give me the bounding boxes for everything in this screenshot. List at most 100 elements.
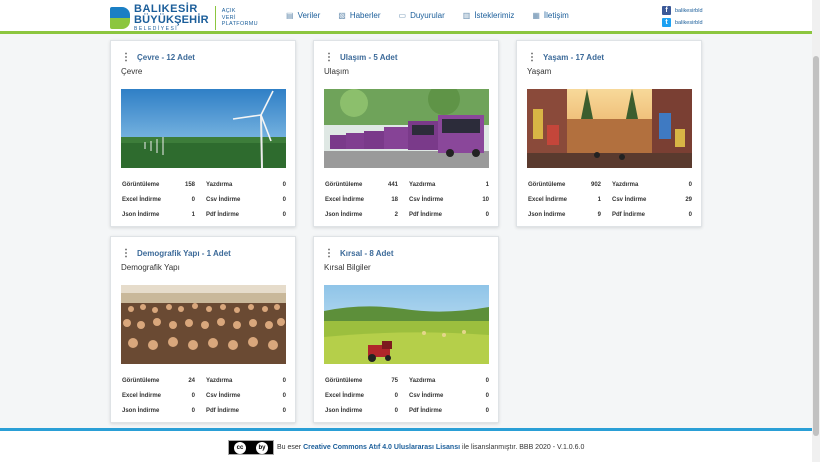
chart-icon: ▤ <box>286 11 294 20</box>
stat-label-views: Görüntüleme <box>325 181 363 188</box>
category-card-ulasim[interactable]: ⋮ Ulaşım - 5 Adet Ulaşım Görüntüleme 441 Y… <box>313 40 499 227</box>
stat-csv: 0 <box>485 392 489 399</box>
category-card-demografik-yapi[interactable]: ⋮ Demografik Yapı - 1 Adet Demografik Yap… <box>110 236 296 423</box>
logo-line2: BÜYÜKŞEHİR <box>134 14 209 26</box>
stat-label-excel: Excel İndirme <box>122 392 162 399</box>
card-subtitle: Demografik Yapı <box>121 263 180 272</box>
logo-sub3: PLATFORMU <box>221 21 258 28</box>
stat-pdf: 0 <box>485 211 489 218</box>
stat-excel: 18 <box>391 196 398 203</box>
facebook-handle: balikesirbld <box>675 7 703 14</box>
card-image-crowd[interactable] <box>121 285 286 364</box>
twitter-icon: t <box>662 18 671 27</box>
card-title[interactable]: Ulaşım - 5 Adet <box>340 53 398 62</box>
nav-item-isteklerimiz[interactable]: ▥ İsteklerimiz <box>463 11 515 20</box>
stat-json: 1 <box>191 211 195 218</box>
more-options-icon[interactable]: ⋮ <box>527 52 537 63</box>
card-stats: Görüntüleme 441 Yazdırma 1 Excel İndirme 18… <box>324 177 491 222</box>
stat-label-csv: Csv İndirme <box>409 196 444 203</box>
twitter-link[interactable]: t balikesirbld <box>662 17 703 28</box>
card-title[interactable]: Yaşam - 17 Adet <box>543 53 604 62</box>
facebook-link[interactable]: f balikesirbld <box>662 5 703 16</box>
stat-label-pdf: Pdf İndirme <box>409 407 443 414</box>
facebook-icon: f <box>662 6 671 15</box>
stat-excel: 0 <box>191 392 195 399</box>
card-title[interactable]: Kırsal - 8 Adet <box>340 249 394 258</box>
card-image-street[interactable] <box>527 89 692 168</box>
request-icon: ▥ <box>462 11 471 20</box>
card-image-farmland[interactable] <box>324 285 489 364</box>
card-title[interactable]: Demografik Yapı - 1 Adet <box>137 249 231 258</box>
stat-label-print: Yazdırma <box>409 377 436 384</box>
site-footer: cc by Bu eser Creative Commons Atıf 4.0 U… <box>0 428 812 462</box>
site-header: BALIKESİR BÜYÜKŞEHİR BELEDİYESİ AÇIK VER… <box>0 0 812 34</box>
logo-mark <box>110 7 130 29</box>
stat-label-views: Görüntüleme <box>325 377 363 384</box>
stat-csv: 29 <box>685 196 692 203</box>
stat-csv: 10 <box>482 196 489 203</box>
stat-excel: 0 <box>191 196 195 203</box>
stat-views: 24 <box>188 377 195 384</box>
logo-line3: BELEDİYESİ <box>134 26 179 32</box>
stat-label-pdf: Pdf İndirme <box>206 211 240 218</box>
card-image-buses[interactable] <box>324 89 489 168</box>
stat-label-json: Json İndirme <box>325 211 363 218</box>
nav-label: Haberler <box>349 11 381 20</box>
stat-views: 902 <box>590 181 601 188</box>
stat-label-print: Yazdırma <box>206 181 233 188</box>
stat-print: 0 <box>282 181 286 188</box>
nav-item-iletisim[interactable]: ▦ İletişim <box>532 11 568 20</box>
stat-print: 0 <box>282 377 286 384</box>
card-subtitle: Yaşam <box>527 67 552 76</box>
nav-item-haberler[interactable]: ▧ Haberler <box>338 11 380 20</box>
news-icon: ▧ <box>338 11 346 20</box>
category-card-yasam[interactable]: ⋮ Yaşam - 17 Adet Yaşam Görüntüleme 902 Ya… <box>516 40 702 227</box>
stat-pdf: 0 <box>282 211 286 218</box>
stat-excel: 1 <box>597 196 601 203</box>
stat-label-excel: Excel İndirme <box>528 196 568 203</box>
stat-label-csv: Csv İndirme <box>206 392 241 399</box>
site-logo[interactable]: BALIKESİR BÜYÜKŞEHİR BELEDİYESİ AÇIK VER… <box>110 4 258 32</box>
social-links: f balikesirbld t balikesirbld <box>662 5 703 29</box>
contact-icon: ▦ <box>532 11 540 20</box>
stat-label-excel: Excel İndirme <box>325 392 365 399</box>
stat-label-csv: Csv İndirme <box>206 196 241 203</box>
stat-json: 0 <box>394 407 398 414</box>
stat-label-views: Görüntüleme <box>528 181 566 188</box>
stat-label-print: Yazdırma <box>612 181 639 188</box>
nav-item-veriler[interactable]: ▤ Veriler <box>286 11 320 20</box>
stat-label-views: Görüntüleme <box>122 377 160 384</box>
more-options-icon[interactable]: ⋮ <box>121 248 131 259</box>
nav-item-duyurular[interactable]: ▭ Duyurular <box>399 11 445 20</box>
card-subtitle: Kırsal Bilgiler <box>324 263 371 272</box>
card-subtitle: Ulaşım <box>324 67 349 76</box>
more-options-icon[interactable]: ⋮ <box>121 52 131 63</box>
more-options-icon[interactable]: ⋮ <box>324 248 334 259</box>
card-subtitle: Çevre <box>121 67 143 76</box>
stat-label-print: Yazdırma <box>409 181 436 188</box>
stat-label-excel: Excel İndirme <box>122 196 162 203</box>
category-card-cevre[interactable]: ⋮ Çevre - 12 Adet Çevre Görüntüleme 158 Ya… <box>110 40 296 227</box>
creative-commons-badge[interactable]: cc by <box>228 440 274 455</box>
category-card-kirsal[interactable]: ⋮ Kırsal - 8 Adet Kırsal Bilgiler Görüntü… <box>313 236 499 423</box>
license-link[interactable]: Creative Commons Atıf 4.0 Uluslararası L… <box>303 444 460 451</box>
card-title[interactable]: Çevre - 12 Adet <box>137 53 195 62</box>
stat-label-csv: Csv İndirme <box>612 196 647 203</box>
stat-json: 9 <box>597 211 601 218</box>
more-options-icon[interactable]: ⋮ <box>324 52 334 63</box>
stat-pdf: 0 <box>485 407 489 414</box>
card-image-wind-turbines[interactable] <box>121 89 286 168</box>
card-stats: Görüntüleme 75 Yazdırma 0 Excel İndirme 0 C… <box>324 373 491 418</box>
page-scrollbar[interactable] <box>812 0 820 462</box>
stat-pdf: 0 <box>688 211 692 218</box>
nav-label: Duyurular <box>410 11 445 20</box>
card-stats: Görüntüleme 24 Yazdırma 0 Excel İndirme 0 C… <box>121 373 288 418</box>
scrollbar-thumb[interactable] <box>813 56 819 436</box>
nav-label: İletişim <box>543 11 569 20</box>
stat-csv: 0 <box>282 392 286 399</box>
stat-label-print: Yazdırma <box>206 377 233 384</box>
stat-views: 158 <box>184 181 195 188</box>
stat-label-pdf: Pdf İndirme <box>612 211 646 218</box>
announcement-icon: ▭ <box>398 11 407 20</box>
logo-sub2: VERİ <box>221 14 236 21</box>
